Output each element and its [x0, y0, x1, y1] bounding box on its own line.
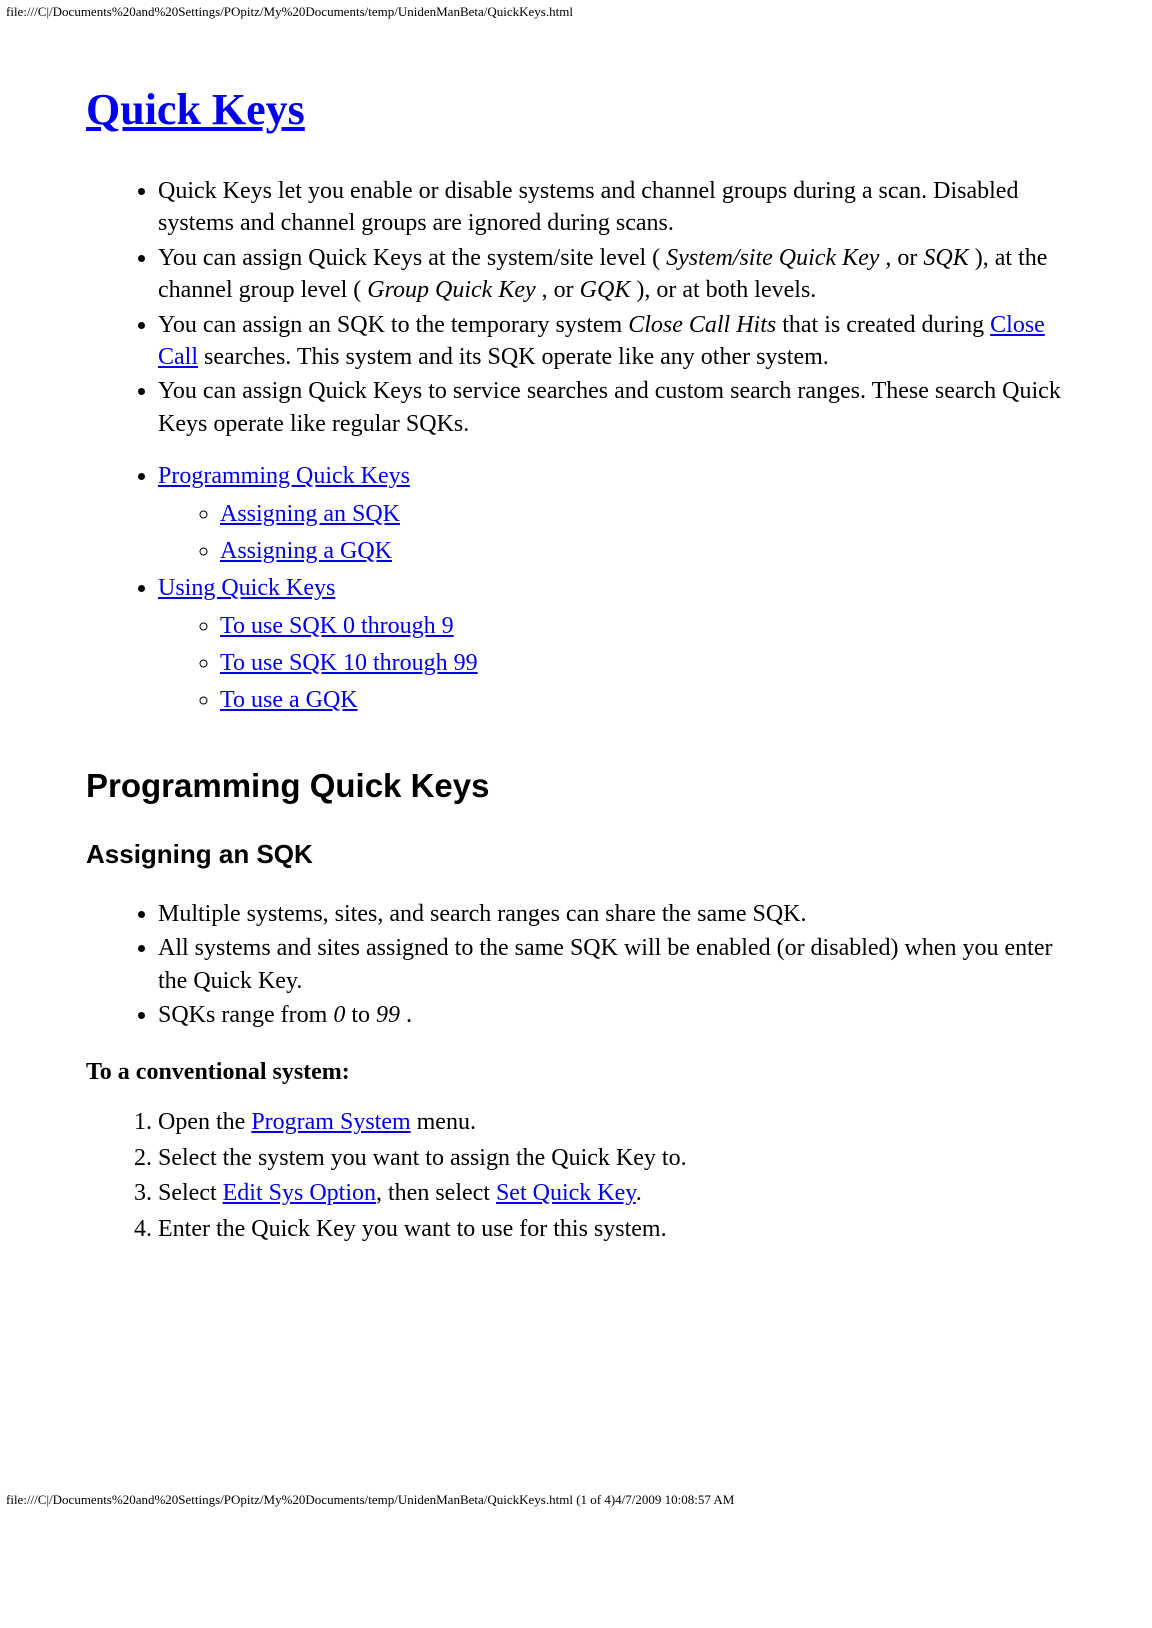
toc-link-assign-gqk[interactable]: Assigning a GQK	[220, 538, 392, 564]
step-item: Select Edit Sys Option, then select Set …	[158, 1177, 1066, 1209]
heading-conventional: To a conventional system:	[86, 1059, 1066, 1086]
text-italic: SQK	[923, 245, 968, 271]
toc-sublist: Assigning an SQK Assigning a GQK	[158, 498, 1066, 568]
toc-item: Programming Quick Keys Assigning an SQK …	[158, 460, 1066, 567]
toc-subitem: To use SQK 0 through 9	[220, 610, 1066, 642]
toc-link-use-gqk[interactable]: To use a GQK	[220, 687, 358, 713]
toc-item: Using Quick Keys To use SQK 0 through 9 …	[158, 572, 1066, 717]
set-quick-key-link[interactable]: Set Quick Key	[496, 1180, 636, 1206]
text: Open the	[158, 1109, 251, 1135]
toc-list: Programming Quick Keys Assigning an SQK …	[86, 460, 1066, 717]
text: You can assign Quick Keys at the system/…	[158, 245, 666, 271]
toc-subitem: Assigning an SQK	[220, 498, 1066, 530]
step-item: Open the Program System menu.	[158, 1106, 1066, 1138]
text-italic: System/site Quick Key	[666, 245, 879, 271]
text-italic: GQK	[580, 277, 631, 303]
text: SQKs range from	[158, 1002, 333, 1028]
text: You can assign an SQK to the temporary s…	[158, 312, 628, 338]
page-title: Quick Keys	[86, 84, 1066, 135]
list-item: You can assign Quick Keys to service sea…	[158, 375, 1066, 440]
title-link[interactable]: Quick Keys	[86, 85, 305, 134]
list-item: Multiple systems, sites, and search rang…	[158, 898, 1066, 930]
text: that is created during	[776, 312, 990, 338]
intro-list: Quick Keys let you enable or disable sys…	[86, 175, 1066, 440]
steps-list: Open the Program System menu. Select the…	[86, 1106, 1066, 1245]
heading-programming: Programming Quick Keys	[86, 767, 1066, 805]
edit-sys-option-link[interactable]: Edit Sys Option	[223, 1180, 376, 1206]
toc-link-assign-sqk[interactable]: Assigning an SQK	[220, 501, 400, 527]
text-italic: 99	[376, 1002, 400, 1028]
toc-subitem: To use a GQK	[220, 684, 1066, 716]
text: to	[345, 1002, 376, 1028]
text: , or	[879, 245, 923, 271]
text: .	[400, 1002, 412, 1028]
toc-link-using[interactable]: Using Quick Keys	[158, 575, 335, 601]
text-italic: Close Call Hits	[628, 312, 776, 338]
toc-link-sqk-10-99[interactable]: To use SQK 10 through 99	[220, 650, 478, 676]
text: Select	[158, 1180, 223, 1206]
program-system-link[interactable]: Program System	[251, 1109, 410, 1135]
sqk-bullets: Multiple systems, sites, and search rang…	[86, 898, 1066, 1032]
text: searches. This system and its SQK operat…	[198, 344, 829, 370]
page-content: Quick Keys Quick Keys let you enable or …	[0, 24, 1152, 1308]
footer-path: file:///C|/Documents%20and%20Settings/PO…	[0, 1488, 1152, 1512]
text: , then select	[376, 1180, 496, 1206]
text: menu.	[411, 1109, 476, 1135]
step-item: Select the system you want to assign the…	[158, 1142, 1066, 1174]
step-item: Enter the Quick Key you want to use for …	[158, 1213, 1066, 1245]
text: , or	[536, 277, 580, 303]
toc-subitem: To use SQK 10 through 99	[220, 647, 1066, 679]
toc-link-sqk-0-9[interactable]: To use SQK 0 through 9	[220, 613, 454, 639]
list-item: You can assign an SQK to the temporary s…	[158, 309, 1066, 374]
toc-link-programming[interactable]: Programming Quick Keys	[158, 463, 410, 489]
heading-assign-sqk: Assigning an SQK	[86, 839, 1066, 870]
list-item: SQKs range from 0 to 99 .	[158, 999, 1066, 1031]
list-item: All systems and sites assigned to the sa…	[158, 932, 1066, 997]
toc-subitem: Assigning a GQK	[220, 535, 1066, 567]
text: ), or at both levels.	[630, 277, 816, 303]
text-italic: 0	[333, 1002, 345, 1028]
list-item: Quick Keys let you enable or disable sys…	[158, 175, 1066, 240]
toc-sublist: To use SQK 0 through 9 To use SQK 10 thr…	[158, 610, 1066, 717]
header-path: file:///C|/Documents%20and%20Settings/PO…	[0, 0, 1152, 24]
text: .	[636, 1180, 642, 1206]
text-italic: Group Quick Key	[367, 277, 535, 303]
list-item: You can assign Quick Keys at the system/…	[158, 242, 1066, 307]
